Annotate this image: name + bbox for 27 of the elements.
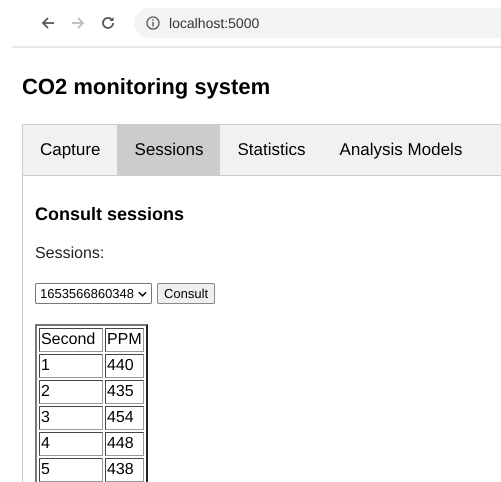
address-bar[interactable]: localhost:5000 <box>134 8 501 38</box>
back-icon[interactable] <box>40 15 56 31</box>
tab[interactable]: Analysis Models <box>322 125 480 175</box>
table-cell: 2 <box>39 380 103 404</box>
consult-button[interactable]: Consult <box>157 283 216 304</box>
page-title: CO2 monitoring system <box>22 74 272 100</box>
section-heading: Consult sessions <box>35 204 186 225</box>
tab[interactable]: Sessions <box>117 125 220 175</box>
table-cell: 3 <box>39 406 103 430</box>
column-header: Second <box>39 328 103 352</box>
url-text: localhost:5000 <box>169 15 260 31</box>
table-cell: 438 <box>105 458 144 482</box>
table-cell: 440 <box>105 354 144 378</box>
table-cell: 454 <box>105 406 144 430</box>
chevron-icon <box>138 290 147 296</box>
sessions-label: Sessions: <box>35 245 106 263</box>
session-select[interactable]: 1653566860348 <box>35 283 152 304</box>
table-cell: 5 <box>39 458 103 482</box>
tab[interactable]: Statistics <box>220 125 322 175</box>
tab[interactable]: Capture <box>23 125 118 175</box>
table-cell: 1 <box>39 354 103 378</box>
info-icon <box>146 16 160 30</box>
table-cell: 448 <box>105 432 144 456</box>
table-cell: 4 <box>39 432 103 456</box>
column-header: PPM <box>105 328 144 352</box>
table-cell: 435 <box>105 380 144 404</box>
reload-icon[interactable] <box>100 15 116 31</box>
